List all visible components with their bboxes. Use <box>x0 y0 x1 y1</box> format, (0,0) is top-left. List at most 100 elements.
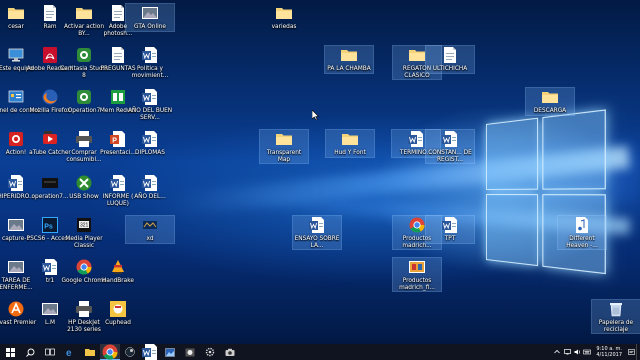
desktop-icon[interactable]: 321 Media Player Classic <box>60 216 108 249</box>
search-taskbar-button[interactable] <box>20 344 40 360</box>
desktop-icon-label: Transparent Map <box>266 150 302 163</box>
desktop-icon[interactable]: variedas <box>260 4 308 31</box>
word-icon <box>426 130 474 148</box>
notifications-icon[interactable] <box>626 344 636 360</box>
photos-icon <box>185 348 195 357</box>
windows-logo-wallpaper <box>486 109 606 276</box>
steam-taskbar-button[interactable] <box>120 344 140 360</box>
desktop-icon-label: Politica y movimient... <box>131 66 169 79</box>
desktop[interactable]: cesar Ram Activar action BY... Adobe photos… <box>0 0 640 360</box>
desktop-icon[interactable]: Transparent Map <box>259 128 309 165</box>
desktop-icon[interactable]: HandBrake <box>94 258 142 285</box>
mpc-icon: 321 <box>60 216 108 234</box>
cuphead-icon <box>94 300 142 318</box>
clock[interactable]: 9:10 a. m. 4/11/2017 <box>592 346 626 358</box>
desktop-icon-label: PA LA CHAMBA <box>327 66 371 72</box>
camera-app-taskbar-button[interactable] <box>220 344 240 360</box>
desktop-icon[interactable]: TPT <box>425 215 475 244</box>
file-explorer-taskbar-button[interactable] <box>80 344 100 360</box>
svg-text:P: P <box>112 138 117 145</box>
desktop-icon-label: GTA Online <box>134 24 166 30</box>
gta-icon <box>126 4 174 22</box>
desktop-icon-label: ULTICHICHA <box>432 66 468 72</box>
desktop-icon-label: xd <box>146 236 154 242</box>
camera-app-icon <box>225 348 235 357</box>
windows-start-icon <box>5 347 15 357</box>
clock-date: 4/11/2017 <box>596 352 622 358</box>
folder-icon <box>526 88 574 106</box>
image-app-icon <box>165 347 175 357</box>
word-icon <box>293 216 341 234</box>
desktop-icon[interactable]: GTA Online <box>125 3 175 32</box>
keyboard-icon[interactable] <box>582 344 592 360</box>
search-icon <box>25 348 35 357</box>
desktop-icon[interactable]: DESCARGA <box>525 87 575 116</box>
word-icon <box>141 343 159 360</box>
desktop-icon-label: Cuphead <box>105 320 131 326</box>
desktop-icon-label: AÑO DEL BUEN SERV... <box>127 108 173 121</box>
desktop-icon-label: CONSTAN... DE REGIST... <box>428 150 472 163</box>
desktop-icon-label: DIPLOMAS <box>135 150 165 156</box>
desktop-icon[interactable]: Hud Y Font <box>325 129 375 158</box>
desktop-icon[interactable]: ENSAYO SOBRE LA... <box>292 214 342 251</box>
recycle-bin-icon <box>592 300 640 318</box>
desktop-icon[interactable]: Productos madrich_fi... <box>392 256 442 293</box>
desktop-icon-label: ENSAYO SOBRE LA... <box>294 236 340 249</box>
folder-icon <box>325 46 373 64</box>
desktop-icon-label: AÑO DEL... <box>134 194 166 200</box>
word-icon <box>126 130 174 148</box>
audio-file-icon <box>558 216 606 234</box>
folder-icon <box>260 130 308 148</box>
photos-taskbar-button[interactable] <box>180 344 200 360</box>
desktop-icon[interactable]: DIPLOMAS <box>126 130 174 157</box>
chevron-up-icon[interactable] <box>552 344 562 360</box>
desktop-icon[interactable]: Papelera de reciclaje <box>591 298 640 335</box>
desktop-icon-label: variedas <box>271 24 297 30</box>
desktop-icon[interactable]: ULTICHICHA <box>425 45 475 74</box>
windows-start-taskbar-button[interactable] <box>0 344 20 360</box>
steam-icon <box>125 347 135 357</box>
image-app-taskbar-button[interactable] <box>160 344 180 360</box>
volume-icon[interactable] <box>572 344 582 360</box>
edge-icon: e <box>65 347 75 357</box>
desktop-icon[interactable]: AÑO DEL... <box>126 174 174 201</box>
word-icon <box>126 174 174 192</box>
word-taskbar-button[interactable] <box>140 344 160 360</box>
image-icon <box>393 258 441 276</box>
task-view-taskbar-button[interactable] <box>40 344 60 360</box>
desktop-icon-label: Different Heaven -... <box>566 236 598 249</box>
desktop-icon-label: Hud Y Font <box>334 150 366 156</box>
desktop-icon-label: Media Player Classic <box>65 236 103 249</box>
desktop-icon[interactable]: Different Heaven -... <box>557 214 607 251</box>
task-view-icon <box>45 348 55 356</box>
show-desktop-button[interactable] <box>636 344 640 360</box>
chrome-taskbar-button[interactable] <box>100 344 120 360</box>
desktop-icon-label: HandBrake <box>102 278 134 284</box>
game-file-icon <box>126 216 174 234</box>
mouse-cursor-icon <box>312 110 320 120</box>
word-icon <box>426 216 474 234</box>
desktop-icon-label: TPT <box>444 236 456 242</box>
word-icon <box>126 46 174 64</box>
gear-app-taskbar-button[interactable] <box>200 344 220 360</box>
document-icon <box>426 46 474 64</box>
desktop-icon-label: Papelera de reciclaje <box>598 320 634 333</box>
gear-app-icon <box>205 347 215 357</box>
folder-icon <box>260 4 308 22</box>
file-explorer-icon <box>85 348 95 357</box>
word-icon <box>126 88 174 106</box>
network-icon[interactable] <box>562 344 572 360</box>
taskbar: e 9:10 a. m. 4/11/2017 <box>0 344 640 360</box>
desktop-icon[interactable]: AÑO DEL BUEN SERV... <box>126 88 174 121</box>
desktop-icon[interactable]: Cuphead <box>94 300 142 327</box>
svg-text:321: 321 <box>80 223 89 229</box>
desktop-icon[interactable]: xd <box>125 215 175 244</box>
desktop-icon[interactable]: CONSTAN... DE REGIST... <box>425 128 475 165</box>
desktop-icon-label: Productos madrich_fi... <box>399 278 435 291</box>
svg-text:Ps: Ps <box>44 224 53 231</box>
edge-taskbar-button[interactable]: e <box>60 344 80 360</box>
desktop-icon[interactable]: PA LA CHAMBA <box>324 45 374 74</box>
svg-text:e: e <box>66 348 72 357</box>
desktop-icon[interactable]: Politica y movimient... <box>126 46 174 79</box>
handbrake-icon <box>94 258 142 276</box>
